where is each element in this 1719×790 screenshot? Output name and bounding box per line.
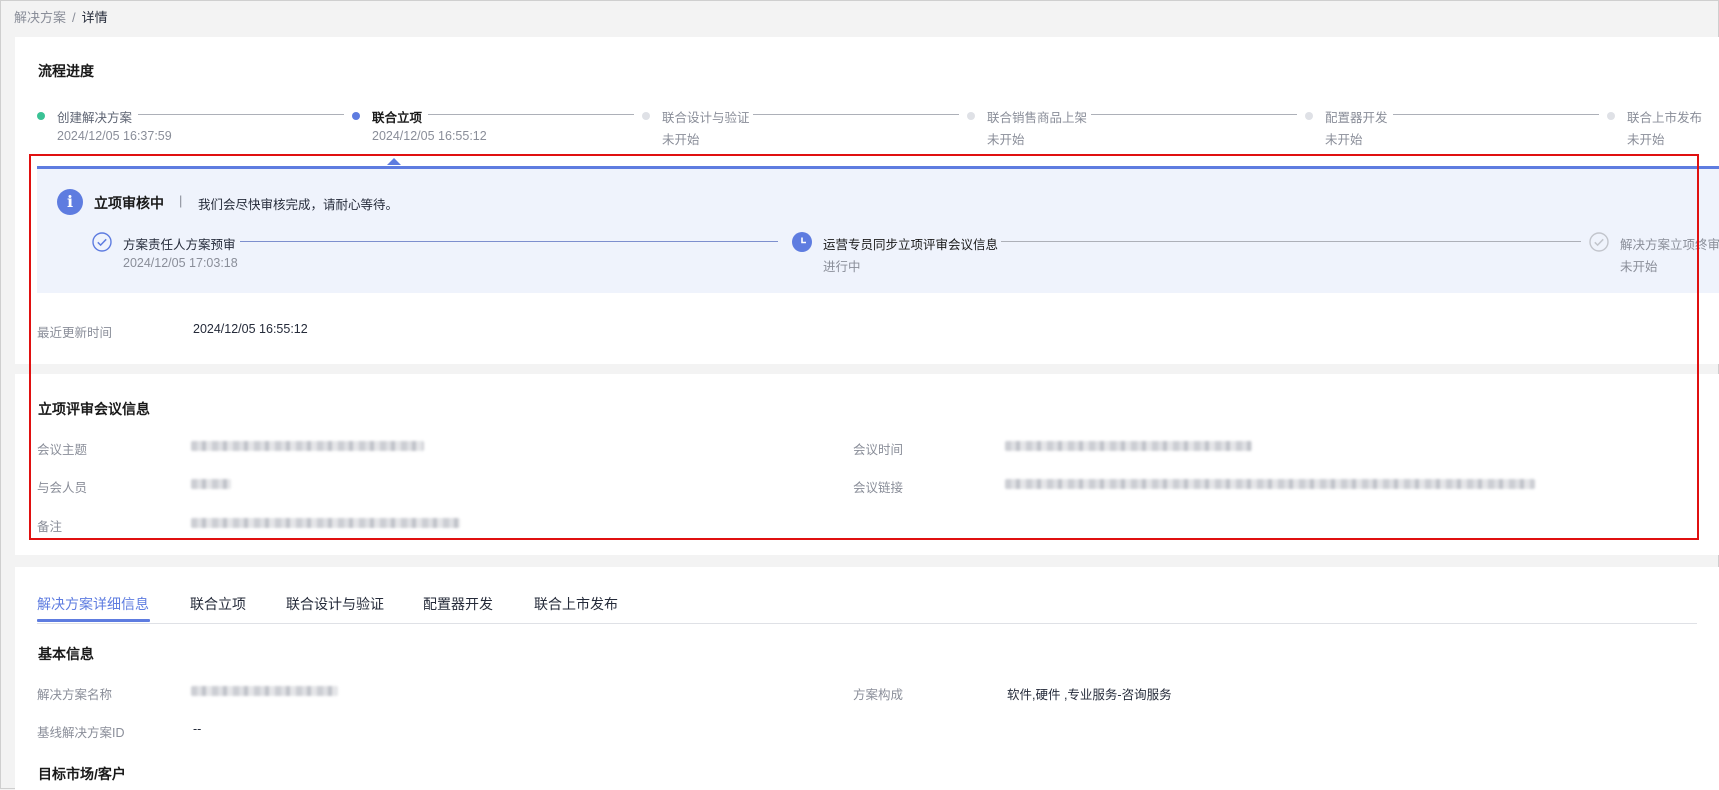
tab-design-verify[interactable]: 联合设计与验证 (286, 594, 384, 614)
step-current-dot-icon (352, 112, 360, 120)
tab-solution-details[interactable]: 解决方案详细信息 (37, 594, 149, 614)
step-pending-dot-icon (967, 112, 975, 120)
step-pending-dot-icon (1607, 112, 1615, 120)
solution-name-label: 解决方案名称 (37, 688, 113, 702)
remark-value (191, 518, 460, 528)
active-tab-indicator (37, 619, 150, 622)
process-title: 流程进度 (38, 63, 94, 79)
sub-step-connector (1001, 241, 1581, 242)
step-time: 2024/12/05 16:55:12 (372, 129, 487, 143)
sub-step-name: 解决方案立项终审 (1620, 238, 1719, 252)
breadcrumb-parent[interactable]: 解决方案 (14, 10, 66, 25)
meeting-time-label: 会议时间 (853, 443, 904, 457)
step-pending-dot-icon (1305, 112, 1313, 120)
status-title: 立项审核中 (94, 195, 164, 211)
baseline-id-value: -- (193, 722, 202, 736)
sub-step-name: 运营专员同步立项评审会议信息 (823, 238, 999, 252)
step-status: 未开始 (1325, 133, 1363, 147)
breadcrumb: 解决方案 / 详情 (14, 7, 108, 26)
sub-step-connector (240, 241, 778, 242)
meeting-topic-value (191, 441, 424, 451)
sub-step-time: 2024/12/05 17:03:18 (123, 256, 238, 270)
step-name: 创建解决方案 (57, 111, 133, 125)
step-status: 未开始 (662, 133, 700, 147)
basic-info-title: 基本信息 (38, 646, 94, 662)
status-divider: | (179, 193, 183, 208)
step-connector (1393, 114, 1599, 115)
check-circle-icon (92, 232, 112, 252)
remark-label: 备注 (37, 520, 63, 534)
step-name: 联合上市发布 (1627, 111, 1703, 125)
composition-label: 方案构成 (853, 688, 904, 702)
step-connector (1091, 114, 1297, 115)
last-update-label: 最近更新时间 (37, 326, 113, 340)
step-name: 配置器开发 (1325, 111, 1388, 125)
attendees-label: 与会人员 (37, 481, 88, 495)
tab-joint-project[interactable]: 联合立项 (190, 594, 246, 614)
meeting-title: 立项评审会议信息 (38, 401, 150, 417)
tab-baseline (37, 623, 1697, 624)
step-connector (138, 114, 344, 115)
target-market-title: 目标市场/客户 (38, 766, 126, 782)
step-name: 联合立项 (372, 111, 423, 125)
info-icon: i (57, 189, 83, 215)
status-message: 我们会尽快审核完成，请耐心等待。 (198, 198, 399, 212)
step-connector (753, 114, 959, 115)
step-done-dot-icon (37, 112, 45, 120)
step-pending-dot-icon (642, 112, 650, 120)
step-name: 联合销售商品上架 (987, 111, 1088, 125)
tab-configurator[interactable]: 配置器开发 (423, 594, 493, 614)
step-status: 未开始 (1627, 133, 1665, 147)
baseline-id-label: 基线解决方案ID (37, 726, 125, 740)
meeting-time-value (1005, 441, 1252, 451)
last-update-value: 2024/12/05 16:55:12 (193, 322, 308, 336)
step-time: 2024/12/05 16:37:59 (57, 129, 172, 143)
breadcrumb-current: 详情 (81, 10, 108, 25)
attendees-value (191, 479, 231, 489)
breadcrumb-separator: / (72, 10, 76, 25)
step-status: 未开始 (987, 133, 1025, 147)
tab-market-launch[interactable]: 联合上市发布 (534, 594, 618, 614)
clock-icon (792, 232, 812, 252)
sub-step-status: 未开始 (1620, 260, 1658, 274)
solution-name-value (191, 686, 338, 696)
meeting-link-value[interactable] (1005, 479, 1535, 489)
review-status-panel: i 立项审核中 | 我们会尽快审核完成，请耐心等待。 方案责任人方案预审 202… (37, 166, 1719, 293)
sub-step-status: 进行中 (823, 260, 861, 274)
sub-step-name: 方案责任人方案预审 (123, 238, 236, 252)
meeting-topic-label: 会议主题 (37, 443, 88, 457)
composition-value: 软件,硬件 ,专业服务-咨询服务 (1007, 688, 1172, 702)
meeting-link-label: 会议链接 (853, 481, 904, 495)
check-circle-icon (1589, 232, 1609, 252)
step-name: 联合设计与验证 (662, 111, 750, 125)
detail-card: 解决方案详细信息 联合立项 联合设计与验证 配置器开发 联合上市发布 (15, 567, 1719, 790)
active-step-caret-icon (387, 158, 401, 165)
step-connector (428, 114, 634, 115)
